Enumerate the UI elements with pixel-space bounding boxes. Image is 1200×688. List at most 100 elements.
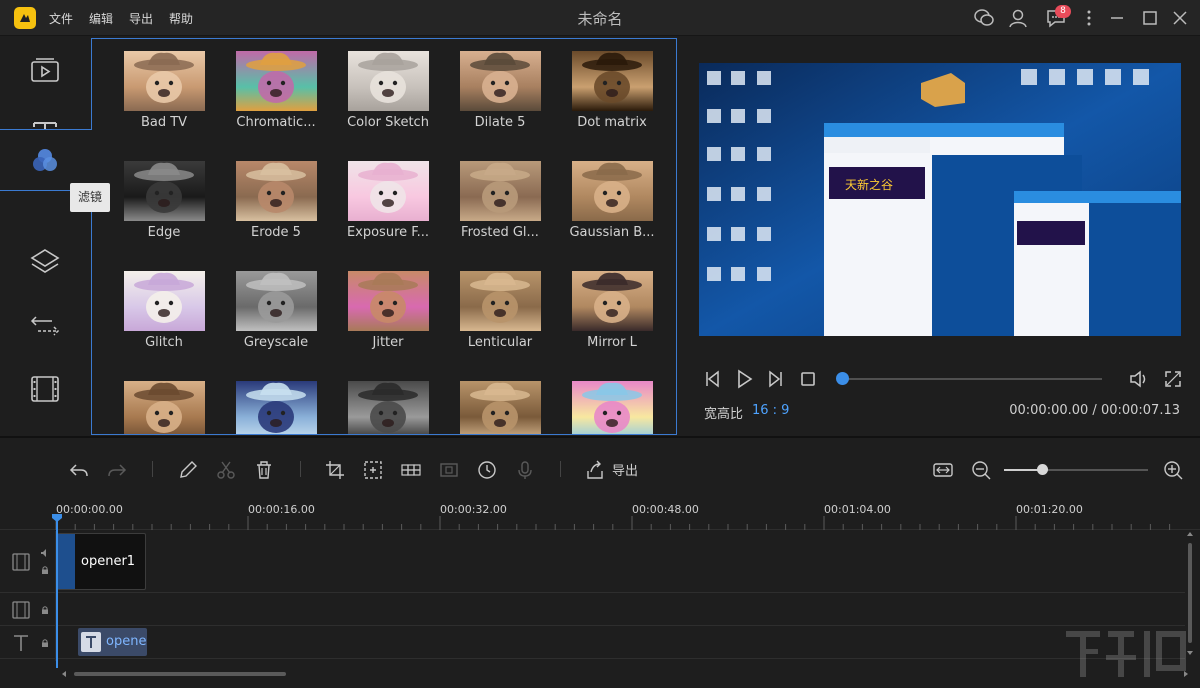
bulldog-image — [246, 382, 306, 433]
export-icon[interactable] — [584, 459, 606, 481]
bulldog-image — [134, 162, 194, 213]
mosaic-icon[interactable] — [400, 459, 422, 481]
filter-item[interactable] — [114, 369, 214, 434]
filter-item[interactable]: Mirror L — [562, 259, 662, 359]
video-clip[interactable]: opener1 — [57, 533, 146, 590]
sidebar-item-filters[interactable] — [0, 129, 92, 191]
preview-video[interactable]: 天新之谷 — [699, 63, 1181, 336]
text-clip[interactable]: opener1 — [78, 628, 147, 656]
lock-icon[interactable] — [40, 605, 50, 615]
sidebar-item-media[interactable] — [0, 40, 90, 102]
overlay-track-icon — [12, 601, 30, 619]
zoom-slider-handle[interactable] — [1037, 464, 1048, 475]
next-frame-icon[interactable] — [764, 368, 786, 390]
redo-icon[interactable] — [106, 459, 128, 481]
filter-item[interactable]: Bad TV — [114, 39, 214, 139]
filter-label: Glitch — [145, 335, 183, 350]
play-icon[interactable] — [733, 368, 755, 390]
volume-small-icon[interactable] — [40, 548, 50, 558]
crop-icon[interactable] — [324, 459, 346, 481]
filter-item[interactable] — [450, 369, 550, 434]
menu-edit[interactable]: 编辑 — [89, 10, 113, 27]
filter-item[interactable] — [338, 369, 438, 434]
filter-label: Gaussian B... — [569, 225, 655, 240]
filter-label: Greyscale — [243, 335, 309, 350]
seek-bar[interactable] — [842, 378, 1102, 380]
more-icon[interactable] — [1077, 6, 1101, 30]
filter-item[interactable] — [226, 369, 326, 434]
filter-thumbnail — [348, 161, 429, 221]
filter-item[interactable]: Color Sketch — [338, 39, 438, 139]
maximize-icon[interactable] — [1138, 6, 1162, 30]
export-button[interactable]: 导出 — [612, 460, 638, 479]
tooltip-filters: 滤镜 — [70, 183, 110, 212]
volume-icon[interactable] — [1128, 368, 1150, 390]
filter-item[interactable]: Gaussian B... — [562, 149, 662, 249]
lock-icon[interactable] — [40, 565, 50, 575]
menu-help[interactable]: 帮助 — [169, 10, 193, 27]
fit-timeline-icon[interactable] — [932, 459, 954, 481]
zoom-out-icon[interactable] — [970, 459, 992, 481]
filter-item[interactable]: Chromatic... — [226, 39, 326, 139]
playhead[interactable] — [56, 514, 58, 668]
aspect-ratio-label: 宽高比 — [704, 407, 744, 422]
text-track[interactable] — [0, 627, 1185, 659]
media-play-icon — [31, 58, 59, 82]
aspect-ratio-selector[interactable]: 16 : 9 — [752, 403, 789, 418]
filter-item[interactable]: Edge — [114, 149, 214, 249]
filter-item[interactable]: Exposure F... — [338, 149, 438, 249]
filter-label: Lenticular — [467, 335, 533, 350]
filter-item[interactable] — [562, 369, 662, 434]
delete-icon[interactable] — [253, 459, 275, 481]
filter-label: Dilate 5 — [474, 115, 526, 130]
menu-export[interactable]: 导出 — [129, 10, 153, 27]
scissors-icon[interactable] — [215, 459, 237, 481]
speed-clock-icon[interactable] — [476, 459, 498, 481]
sidebar-item-overlays[interactable] — [0, 231, 90, 293]
seek-handle[interactable] — [836, 372, 849, 385]
bulldog-image — [246, 162, 306, 213]
timeline-horizontal-scrollbar[interactable] — [62, 670, 1188, 678]
zoom-in-icon[interactable] — [1162, 459, 1184, 481]
wechat-icon[interactable] — [972, 6, 996, 30]
bulldog-image — [470, 52, 530, 103]
lock-icon[interactable] — [40, 638, 50, 648]
timecode-display: 00:00:00.00 / 00:00:07.13 — [1009, 403, 1180, 418]
filter-item[interactable]: Glitch — [114, 259, 214, 359]
freeze-frame-icon[interactable] — [438, 459, 460, 481]
menu-file[interactable]: 文件 — [49, 10, 73, 27]
sidebar-item-transitions[interactable] — [0, 295, 90, 357]
close-icon[interactable] — [1168, 6, 1192, 30]
video-clip-label: opener1 — [81, 554, 136, 569]
filter-item[interactable]: Lenticular — [450, 259, 550, 359]
minimize-icon[interactable] — [1105, 6, 1129, 30]
bulldog-image — [470, 272, 530, 323]
ruler-tick-label: 00:01:04.00 — [824, 503, 891, 516]
ruler-tick-label: 00:01:20.00 — [1016, 503, 1083, 516]
video-track-icon — [12, 553, 30, 571]
filter-item[interactable]: Erode 5 — [226, 149, 326, 249]
filter-item[interactable]: Dot matrix — [562, 39, 662, 139]
filter-item[interactable]: Greyscale — [226, 259, 326, 359]
user-icon[interactable] — [1006, 6, 1030, 30]
filter-item[interactable]: Dilate 5 — [450, 39, 550, 139]
text-clip-icon — [81, 632, 101, 652]
filter-item[interactable]: Frosted Gl... — [450, 149, 550, 249]
filter-thumbnail — [124, 381, 205, 434]
text-track-icon — [14, 635, 28, 651]
undo-icon[interactable] — [68, 459, 90, 481]
filter-thumbnail — [572, 51, 653, 111]
bulldog-image — [470, 162, 530, 213]
filter-label: Exposure F... — [346, 225, 430, 240]
edit-icon[interactable] — [177, 459, 199, 481]
zoom-crop-icon[interactable] — [362, 459, 384, 481]
sidebar-item-elements[interactable] — [0, 358, 90, 420]
video-track[interactable] — [0, 531, 1185, 593]
microphone-icon[interactable] — [514, 459, 536, 481]
stop-icon[interactable] — [797, 368, 819, 390]
previous-frame-icon[interactable] — [702, 368, 724, 390]
filter-item[interactable]: Jitter — [338, 259, 438, 359]
filter-thumbnail — [348, 381, 429, 434]
fullscreen-icon[interactable] — [1162, 368, 1184, 390]
overlay-track[interactable] — [0, 594, 1185, 626]
